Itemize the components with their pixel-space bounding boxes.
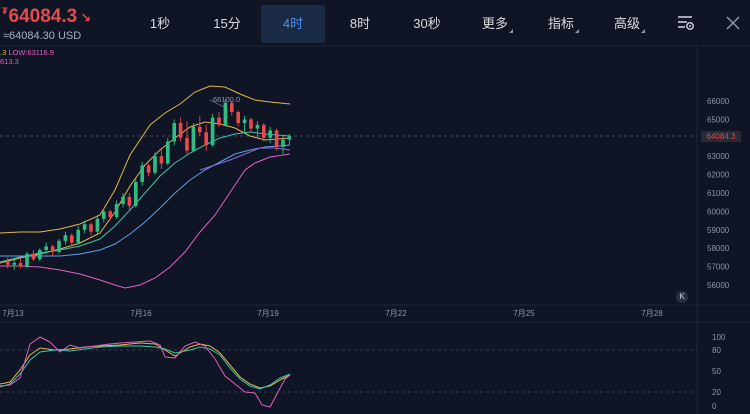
candle-body: [249, 119, 253, 129]
candle-body: [178, 123, 183, 138]
legend-value-2: 613.3: [0, 57, 19, 66]
price-axis-label: 63000: [707, 152, 730, 161]
upper-band-line: [0, 85, 291, 234]
candle-body: [63, 235, 68, 241]
candle-body: [210, 117, 215, 146]
date-axis-label: 7月22: [385, 309, 407, 318]
candle-body: [204, 132, 208, 146]
candle-body: [287, 136, 292, 140]
candle-body: [274, 130, 279, 147]
candle-body: [146, 165, 151, 173]
peak-annotation: 66100.0: [213, 95, 240, 104]
price-axis-label: 57000: [707, 263, 730, 272]
date-axis-label: 7月25: [513, 309, 535, 318]
candle-body: [108, 211, 112, 217]
oscillator-axis-label: 80: [712, 346, 721, 355]
candle-body: [25, 253, 29, 267]
date-axis-label: 7月28: [641, 309, 663, 318]
candle-body: [121, 196, 125, 205]
candle-body: [153, 156, 157, 173]
candle-body: [159, 156, 164, 164]
price-axis-label: 61000: [707, 189, 730, 198]
current-price-tag: 64084.3: [701, 131, 741, 142]
candle-body: [236, 112, 240, 124]
oscillator-axis-label: 50: [712, 367, 721, 376]
legend-low: LOW:63116.9: [8, 48, 54, 57]
price-axis-label: 56000: [707, 281, 730, 290]
candle-body: [281, 139, 285, 147]
price-axis-label: 58000: [707, 244, 730, 253]
candle-body: [198, 126, 202, 133]
price-axis-label: 65000: [707, 115, 730, 124]
oscillator-d-line: [0, 345, 291, 390]
candle-body: [223, 102, 228, 125]
price-axis-label: 62000: [707, 171, 730, 180]
legend-value-1: .3: [0, 48, 7, 57]
ma-line-2: [0, 144, 291, 257]
candle-body: [127, 196, 132, 206]
date-axis-label: 7月13: [2, 309, 24, 318]
price-axis-label: 59000: [707, 226, 730, 235]
oscillator-j-line: [0, 336, 291, 408]
candle-body: [89, 224, 93, 232]
candle-body: [185, 137, 189, 151]
indicator-legend: .3 LOW:63116.9 613.3: [0, 48, 54, 66]
lower-band-line: [0, 153, 291, 289]
scroll-to-latest-button[interactable]: K: [676, 291, 688, 303]
price-axis-label: 66000: [707, 97, 730, 106]
candle-body: [38, 250, 42, 260]
candle-body: [95, 218, 100, 232]
candle-body: [134, 181, 138, 206]
oscillator-axis-label: 20: [712, 388, 721, 397]
candle-body: [114, 204, 119, 217]
candle-body: [70, 235, 74, 243]
candle-body: [57, 240, 61, 252]
candle-body: [140, 165, 144, 182]
candle-body: [242, 119, 247, 124]
candle-body: [76, 229, 80, 243]
candle-body: [268, 130, 272, 138]
ma-line: [0, 131, 291, 263]
candle-body: [166, 141, 170, 164]
date-axis-label: 7月19: [257, 309, 279, 318]
candle-body: [255, 124, 260, 129]
candle-body: [102, 211, 106, 219]
oscillator-axis-label: 100: [712, 333, 726, 342]
candle-body: [217, 117, 221, 125]
candle-body: [12, 262, 16, 265]
date-axis-label: 7月16: [130, 309, 152, 318]
candle-body: [262, 124, 266, 138]
candle-body: [230, 102, 234, 113]
candle-body: [6, 261, 10, 265]
candle-body: [18, 262, 23, 267]
candle-body: [44, 246, 48, 251]
price-axis-label: 60000: [707, 207, 730, 216]
oscillator-axis-label: 0: [712, 402, 717, 411]
candle-body: [172, 123, 176, 142]
candle-body: [31, 253, 36, 260]
candle-body: [191, 126, 196, 151]
candle-body: [82, 224, 87, 230]
price-chart[interactable]: 6600065000640006300062000610006000059000…: [0, 0, 750, 414]
candle-body: [50, 246, 55, 252]
